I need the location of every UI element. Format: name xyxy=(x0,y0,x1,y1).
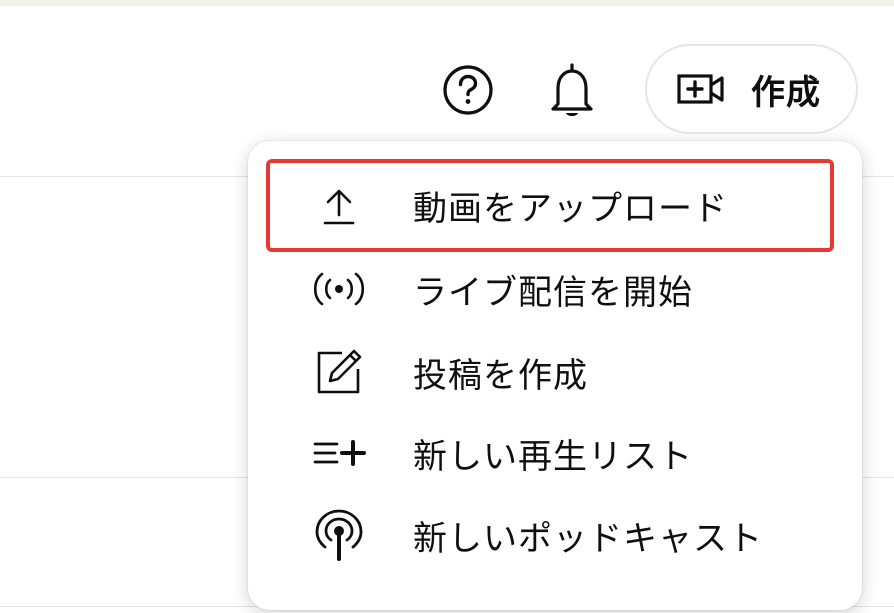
menu-item-label: 投稿を作成 xyxy=(413,355,588,396)
live-broadcast-icon xyxy=(308,258,370,320)
help-button[interactable] xyxy=(438,60,498,120)
top-strip xyxy=(0,0,894,6)
playlist-add-icon xyxy=(308,422,370,484)
bell-icon xyxy=(551,63,593,116)
create-button-label: 作成 xyxy=(751,72,821,113)
menu-item-new-playlist[interactable]: 新しい再生リスト xyxy=(248,413,862,493)
menu-item-new-podcast[interactable]: 新しいポッドキャスト xyxy=(248,495,862,575)
podcast-icon xyxy=(308,504,370,566)
upload-icon xyxy=(308,174,370,236)
menu-item-label: ライブ配信を開始 xyxy=(413,272,693,313)
edit-post-icon xyxy=(308,341,370,403)
menu-item-label: 新しい再生リスト xyxy=(413,436,693,477)
create-button[interactable]: 作成 xyxy=(645,44,858,134)
menu-item-upload-video[interactable]: 動画をアップロード xyxy=(248,165,862,245)
menu-item-label: 新しいポッドキャスト xyxy=(413,518,763,559)
video-add-icon xyxy=(677,74,724,104)
notifications-button[interactable] xyxy=(542,60,602,120)
menu-item-label: 動画をアップロード xyxy=(413,188,728,229)
menu-item-create-post[interactable]: 投稿を作成 xyxy=(248,332,862,412)
help-circle-icon xyxy=(443,65,493,115)
menu-item-go-live[interactable]: ライブ配信を開始 xyxy=(248,249,862,329)
